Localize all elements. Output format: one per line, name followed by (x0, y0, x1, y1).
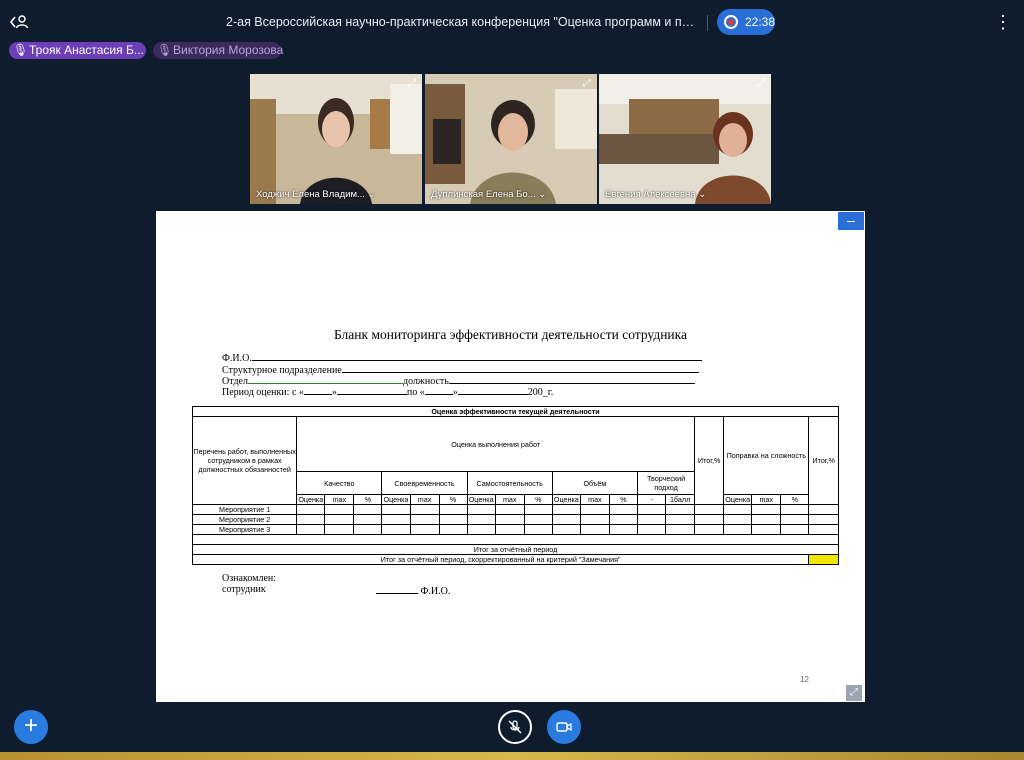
microphone-off-button[interactable] (498, 710, 532, 744)
separator (707, 15, 708, 31)
top-bar: 2-ая Всероссийская научно-практическая к… (0, 0, 1024, 44)
fio-underline (251, 351, 702, 361)
camera-button[interactable] (547, 710, 581, 744)
unit-underline (341, 363, 699, 373)
document-title: Бланк мониторинга эффективности деятельн… (333, 327, 687, 342)
speaker-name: Трояк Анастасия Б... (29, 43, 144, 57)
add-button[interactable]: + (14, 710, 48, 744)
total-column-header: Итог,% (694, 416, 725, 505)
period-sep: по « (406, 387, 425, 398)
camera-icon (556, 722, 572, 732)
table-row: Мероприятие 2 (191, 514, 839, 525)
recording-time: 22:38 (745, 15, 776, 29)
dept-underline (247, 374, 403, 384)
subheader-cell: max (579, 494, 610, 505)
row-label: Мероприятие 3 (191, 524, 298, 535)
microphone-off-icon (508, 720, 522, 734)
speaker-chip-muted[interactable]: 🎙Виктория Морозова (153, 42, 284, 59)
subheader-cell: % (780, 494, 810, 505)
acknowledged-label: Ознакомлен: (222, 573, 277, 584)
subheader-cell: Оценка (723, 494, 753, 505)
period-underline (457, 385, 528, 395)
signature-underline (376, 584, 418, 594)
participant-name: Дуплинская Елена Бо... ⌄ (431, 189, 547, 200)
participant-name: Ходжич Елена Владим... ⌄ (256, 189, 376, 200)
video-feed (425, 74, 597, 204)
total-row: Итог за отчётный период (192, 544, 839, 555)
subheader-cell: Оценка (296, 494, 326, 505)
subheader-cell: Оценка (381, 494, 411, 505)
period-year: 200_г. (527, 387, 554, 398)
page-number: 12 (800, 675, 809, 684)
video-tile[interactable]: ⤢ Дуплинская Елена Бо... ⌄ (425, 74, 597, 204)
corrected-total-row: Итог за отчётный период, скорректированн… (191, 554, 810, 565)
subheader-cell: % (608, 494, 639, 505)
subheader-cell: % (353, 494, 383, 505)
subheader-cell: max (409, 494, 440, 505)
subheader-cell: 1балл (665, 494, 696, 505)
table-row: Мероприятие 3 (191, 524, 839, 535)
fullscreen-icon[interactable]: ⤢ (846, 685, 862, 701)
video-tile[interactable]: ⤢ Ходжич Елена Владим... ⌄ (250, 74, 422, 204)
subheader-cell: Оценка (466, 494, 496, 505)
subheader-cell: max (324, 494, 355, 505)
employee-label: сотрудник (222, 584, 266, 595)
group-header: Объём (551, 471, 639, 495)
subheader-cell: % (523, 494, 553, 505)
speaker-name: Виктория Морозова (173, 43, 284, 57)
group-header: Самостоятельность (466, 471, 553, 495)
subheader-cell: Оценка (551, 494, 581, 505)
record-icon (724, 15, 738, 29)
conference-title: 2-ая Всероссийская научно-практическая к… (226, 15, 696, 29)
participants-back-icon[interactable] (9, 12, 29, 32)
table-row: Мероприятие 1 (191, 504, 839, 515)
table-header: Оценка эффективности текущей деятельност… (192, 406, 839, 417)
group-header: Творческий подход (637, 471, 696, 495)
microphone-icon: 🎙 (13, 43, 29, 57)
video-feed (599, 74, 771, 204)
row-label: Мероприятие 2 (191, 514, 298, 525)
subheader-cell: % (438, 494, 468, 505)
group-header: Качество (296, 471, 383, 495)
period-underline (303, 385, 332, 395)
expand-icon[interactable]: ⤢ (581, 78, 593, 90)
signature-fio: Ф.И.О. (420, 586, 451, 597)
assessment-column-header: Оценка выполнения работ (296, 416, 696, 472)
evaluation-table: Оценка эффективности текущей деятельност… (191, 406, 839, 565)
period-underline (336, 385, 407, 395)
corrected-total-value-cell (808, 554, 839, 565)
video-feed (250, 74, 422, 204)
minimize-button[interactable]: – (838, 212, 864, 230)
video-tile[interactable]: ⤢ Евгения Алексеевна ⌄ (599, 74, 771, 204)
shared-screen-document: Бланк мониторинга эффективности деятельн… (156, 211, 865, 702)
recording-timer-button[interactable]: 22:38 (717, 9, 775, 35)
subheader-cell: max (494, 494, 525, 505)
signature-line: Ф.И.О. (376, 584, 450, 597)
speaker-chip-active[interactable]: 🎙Трояк Анастасия Б... (9, 42, 146, 59)
microphone-muted-icon: 🎙 (157, 43, 173, 57)
subheader-cell: max (751, 494, 782, 505)
row-label: Мероприятие 1 (191, 504, 298, 515)
taskbar-strip (0, 752, 1024, 760)
total-column-header-2: Итог,% (808, 416, 839, 505)
position-underline (448, 374, 695, 384)
subheader-cell: - (637, 494, 667, 505)
group-header: Своевременность (381, 471, 468, 495)
expand-icon[interactable]: ⤢ (406, 78, 418, 90)
empty-row (192, 534, 839, 545)
correction-column-header: Поправка на сложность (723, 416, 810, 495)
participant-name: Евгения Алексеевна ⌄ (605, 189, 707, 200)
period-prefix: Период оценки: с « (222, 387, 304, 398)
works-column-header: Перечень работ, выполненных сотрудником … (191, 416, 298, 505)
more-options-icon[interactable]: ⋮ (994, 13, 1012, 33)
period-field: Период оценки: с «» по «» 200_г. (222, 385, 553, 398)
period-underline (424, 385, 453, 395)
expand-icon[interactable]: ⤢ (755, 78, 767, 90)
